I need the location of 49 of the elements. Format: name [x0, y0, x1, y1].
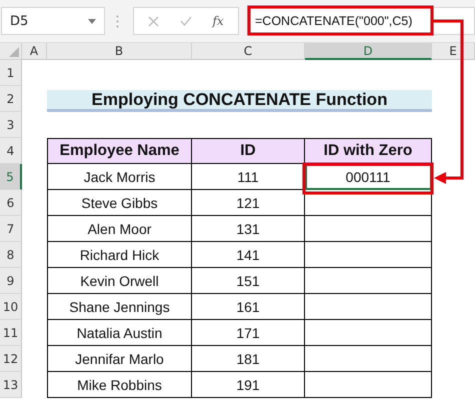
table-cell: Jack Morris	[47, 164, 192, 190]
caret-icon	[88, 18, 96, 24]
row-header[interactable]: 11	[0, 320, 22, 346]
table-cell: Alen Moor	[47, 216, 192, 242]
table-cell: Steve Gibbs	[47, 190, 192, 216]
table-cell: Mike Robbins	[47, 372, 192, 398]
row-header[interactable]: 2	[0, 86, 22, 112]
table-cell: Jennifar Marlo	[47, 346, 192, 372]
table-header-cell: Employee Name	[47, 138, 192, 164]
table-cell: 161	[192, 294, 305, 320]
table-cell: Richard Hick	[47, 242, 192, 268]
table-header-cell: ID	[192, 138, 305, 164]
table-cell: Natalia Austin	[47, 320, 192, 346]
row-header[interactable]: 9	[0, 268, 22, 294]
table-cell: 131	[192, 216, 305, 242]
row-header[interactable]: 5	[0, 164, 22, 190]
column-header[interactable]: E	[432, 43, 475, 60]
row-header[interactable]: 4	[0, 138, 22, 164]
column-header[interactable]: A	[22, 43, 47, 60]
sheet-title: Employing CONCATENATE Function	[47, 90, 432, 112]
row-header[interactable]: 13	[0, 372, 22, 398]
table-header-cell: ID with Zero	[305, 138, 432, 164]
corner-triangle-icon	[9, 47, 19, 57]
row-header[interactable]: 10	[0, 294, 22, 320]
table-cell: 141	[192, 242, 305, 268]
select-all-button[interactable]	[0, 43, 22, 60]
column-header[interactable]: D	[305, 43, 432, 60]
table-cell: Kevin Orwell	[47, 268, 192, 294]
column-header[interactable]: C	[192, 43, 305, 60]
check-icon[interactable]	[180, 16, 192, 26]
table-cell: Shane Jennings	[47, 294, 192, 320]
name-box[interactable]: D5	[1, 7, 105, 35]
row-header[interactable]: 6	[0, 190, 22, 216]
table-cell: 181	[192, 346, 305, 372]
row-header[interactable]: 1	[0, 60, 22, 86]
table-cell: 171	[192, 320, 305, 346]
row-header[interactable]: 7	[0, 216, 22, 242]
row-header[interactable]: 3	[0, 112, 22, 138]
insert-function-button[interactable]: fx	[212, 14, 224, 28]
column-header[interactable]: B	[47, 43, 192, 60]
active-cell: 000111	[305, 164, 432, 190]
row-header[interactable]: 8	[0, 242, 22, 268]
row-header[interactable]: 12	[0, 346, 22, 372]
table-cell: 151	[192, 268, 305, 294]
drag-handle-icon[interactable]	[116, 14, 119, 28]
table-cell: 121	[192, 190, 305, 216]
table-cell: 111	[192, 164, 305, 190]
table-cell: 191	[192, 372, 305, 398]
cancel-icon[interactable]	[148, 16, 160, 26]
